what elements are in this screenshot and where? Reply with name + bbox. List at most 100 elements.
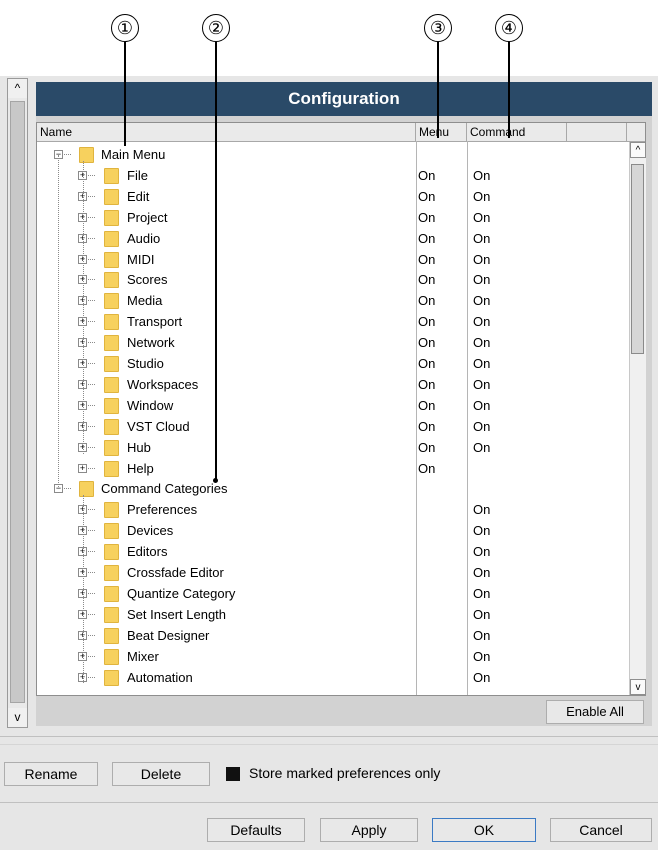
store-marked-checkbox[interactable] — [226, 767, 240, 781]
tree-item-row[interactable]: + Workspaces On On — [37, 375, 627, 395]
tree-item-label: Set Insert Length — [127, 606, 227, 622]
tree-scroll-down-icon[interactable]: v — [630, 679, 646, 695]
menu-state[interactable]: On — [418, 459, 435, 479]
expand-icon[interactable]: + — [78, 463, 87, 473]
menu-state[interactable]: On — [418, 417, 435, 437]
command-state[interactable]: On — [473, 647, 490, 667]
enable-all-button[interactable]: Enable All — [546, 700, 644, 724]
command-state[interactable]: On — [473, 166, 490, 186]
folder-icon — [104, 502, 119, 519]
outer-scroll-down-icon[interactable]: v — [8, 708, 27, 727]
tree-category-row[interactable]: − Command Categories — [37, 479, 627, 499]
command-state[interactable]: On — [473, 270, 490, 290]
tree-item-row[interactable]: + Scores On On — [37, 270, 627, 290]
command-state[interactable]: On — [473, 626, 490, 646]
command-state[interactable]: On — [473, 333, 490, 353]
tree-scrollbar[interactable]: ^ v — [629, 142, 646, 695]
tree-item-row[interactable]: + Edit On On — [37, 187, 627, 207]
command-state[interactable]: On — [473, 396, 490, 416]
menu-state[interactable]: On — [418, 333, 435, 353]
command-state[interactable]: On — [473, 250, 490, 270]
tree-item-row[interactable]: + Set Insert Length On — [37, 605, 627, 625]
tree-item-row[interactable]: + Media On On — [37, 291, 627, 311]
defaults-button[interactable]: Defaults — [207, 818, 305, 842]
tree-item-row[interactable]: + Hub On On — [37, 438, 627, 458]
column-header-name[interactable]: Name — [37, 123, 416, 141]
menu-state[interactable]: On — [418, 396, 435, 416]
command-state[interactable]: On — [473, 375, 490, 395]
rename-button[interactable]: Rename — [4, 762, 98, 786]
folder-icon — [104, 167, 119, 184]
menu-state[interactable]: On — [418, 354, 435, 374]
command-state[interactable]: On — [473, 438, 490, 458]
command-state[interactable]: On — [473, 187, 490, 207]
tree-item-row[interactable]: + Beat Designer On — [37, 626, 627, 646]
tree-item-row[interactable]: + File On On — [37, 166, 627, 186]
tree-item-label: Preferences — [127, 502, 198, 518]
outer-scroll-up-icon[interactable]: ^ — [8, 79, 27, 98]
tree-connector — [88, 300, 95, 302]
tree-item-row[interactable]: + Audio On On — [37, 229, 627, 249]
tree-item-row[interactable]: + Automation On — [37, 668, 627, 688]
tree-item-row[interactable]: + Studio On On — [37, 354, 627, 374]
tree-item-row[interactable]: + VST Cloud On On — [37, 417, 627, 437]
tree-item-row[interactable]: + Mixer On — [37, 647, 627, 667]
folder-icon — [104, 606, 119, 623]
menu-state[interactable]: On — [418, 208, 435, 228]
tree-item-row[interactable]: + Preferences On — [37, 500, 627, 520]
column-header-menu[interactable]: Menu — [416, 123, 467, 141]
tree-item-row[interactable]: + MIDI On On — [37, 250, 627, 270]
apply-button[interactable]: Apply — [320, 818, 418, 842]
tree-item-label: Mixer — [127, 648, 159, 664]
menu-state[interactable]: On — [418, 291, 435, 311]
outer-scrollbar[interactable]: ^ v — [7, 78, 28, 728]
folder-icon — [79, 481, 94, 498]
menu-state[interactable]: On — [418, 270, 435, 290]
tree-item-row[interactable]: + Project On On — [37, 208, 627, 228]
column-header-extra — [567, 123, 627, 141]
menu-state[interactable]: On — [418, 229, 435, 249]
outer-scroll-thumb[interactable] — [10, 101, 25, 703]
ok-button[interactable]: OK — [432, 818, 536, 842]
tree-item-row[interactable]: + Editors On — [37, 542, 627, 562]
tree-connector — [88, 592, 95, 595]
tree-item-label: MIDI — [127, 251, 155, 267]
tree-item-row[interactable]: + Window On On — [37, 396, 627, 416]
configuration-tree[interactable]: Name Menu Command − Main Menu + File On On + Ed… — [36, 122, 646, 696]
command-state[interactable]: On — [473, 500, 490, 520]
menu-state[interactable]: On — [418, 438, 435, 458]
command-state[interactable]: On — [473, 521, 490, 541]
command-state[interactable]: On — [473, 605, 490, 625]
delete-button[interactable]: Delete — [112, 762, 210, 786]
menu-state[interactable]: On — [418, 312, 435, 332]
tree-connector — [88, 342, 95, 344]
menu-state[interactable]: On — [418, 187, 435, 207]
column-header-command[interactable]: Command — [467, 123, 567, 141]
menu-state[interactable]: On — [418, 166, 435, 186]
folder-icon — [104, 230, 119, 247]
cancel-button[interactable]: Cancel — [550, 818, 652, 842]
command-state[interactable]: On — [473, 563, 490, 583]
command-state[interactable]: On — [473, 229, 490, 249]
command-state[interactable]: On — [473, 584, 490, 604]
command-state[interactable]: On — [473, 542, 490, 562]
tree-item-row[interactable]: + Quantize Category On — [37, 584, 627, 604]
tree-item-row[interactable]: + Transport On On — [37, 312, 627, 332]
menu-state[interactable]: On — [418, 250, 435, 270]
command-state[interactable]: On — [473, 354, 490, 374]
command-state[interactable]: On — [473, 208, 490, 228]
tree-scroll-up-icon[interactable]: ^ — [630, 142, 646, 158]
folder-icon — [104, 397, 119, 414]
tree-item-row[interactable]: + Crossfade Editor On — [37, 563, 627, 583]
command-state[interactable]: On — [473, 417, 490, 437]
menu-state[interactable]: On — [418, 375, 435, 395]
tree-scroll-thumb[interactable] — [631, 164, 644, 354]
command-state[interactable]: On — [473, 668, 490, 688]
command-state[interactable]: On — [473, 291, 490, 311]
command-state[interactable]: On — [473, 312, 490, 332]
tree-item-row[interactable]: + Network On On — [37, 333, 627, 353]
callout-3-leader — [437, 42, 439, 138]
tree-item-row[interactable]: + Help On — [37, 459, 627, 479]
tree-category-row[interactable]: − Main Menu — [37, 145, 627, 165]
tree-item-row[interactable]: + Devices On — [37, 521, 627, 541]
